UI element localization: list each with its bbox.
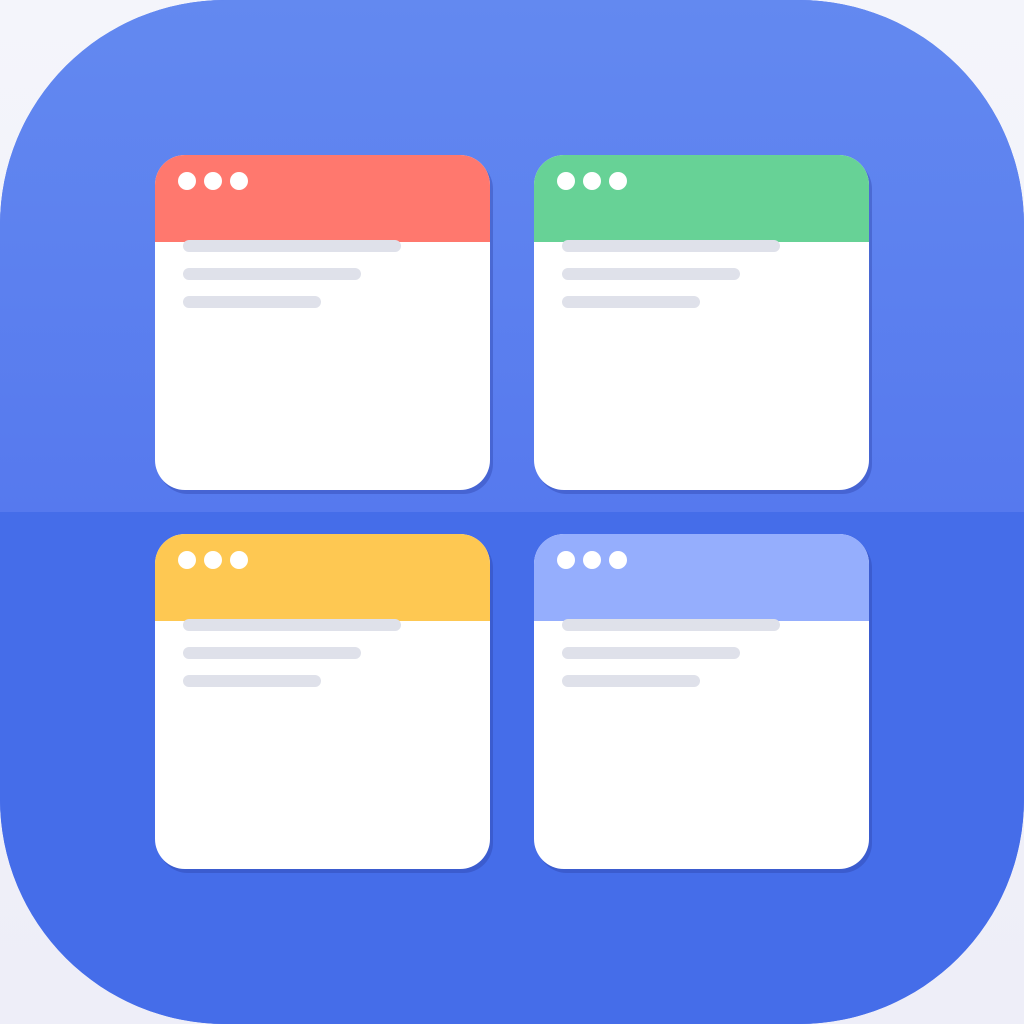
window-grid <box>155 155 870 870</box>
window-dot-icon <box>583 172 601 190</box>
window-titlebar <box>155 534 490 621</box>
window-controls <box>178 551 248 569</box>
window-dot-icon <box>230 172 248 190</box>
placeholder-line <box>562 647 740 659</box>
placeholder-line <box>562 675 700 687</box>
placeholder-line <box>183 619 401 631</box>
placeholder-line <box>183 296 321 308</box>
placeholder-line <box>562 619 780 631</box>
window-card-blue <box>534 534 869 869</box>
window-titlebar <box>534 534 869 621</box>
window-dot-icon <box>609 551 627 569</box>
window-dot-icon <box>204 172 222 190</box>
window-controls <box>178 172 248 190</box>
window-dot-icon <box>557 172 575 190</box>
placeholder-line <box>562 296 700 308</box>
app-icon <box>0 0 1024 1024</box>
window-dot-icon <box>557 551 575 569</box>
placeholder-line <box>183 240 401 252</box>
window-dot-icon <box>178 551 196 569</box>
window-card-yellow <box>155 534 490 869</box>
window-dot-icon <box>204 551 222 569</box>
window-card-red <box>155 155 490 490</box>
window-controls <box>557 172 627 190</box>
window-dot-icon <box>583 551 601 569</box>
placeholder-line <box>183 647 361 659</box>
placeholder-line <box>183 268 361 280</box>
placeholder-line <box>562 240 780 252</box>
window-titlebar <box>155 155 490 242</box>
window-dot-icon <box>178 172 196 190</box>
window-dot-icon <box>230 551 248 569</box>
window-dot-icon <box>609 172 627 190</box>
placeholder-line <box>562 268 740 280</box>
placeholder-line <box>183 675 321 687</box>
window-controls <box>557 551 627 569</box>
window-titlebar <box>534 155 869 242</box>
window-card-green <box>534 155 869 490</box>
